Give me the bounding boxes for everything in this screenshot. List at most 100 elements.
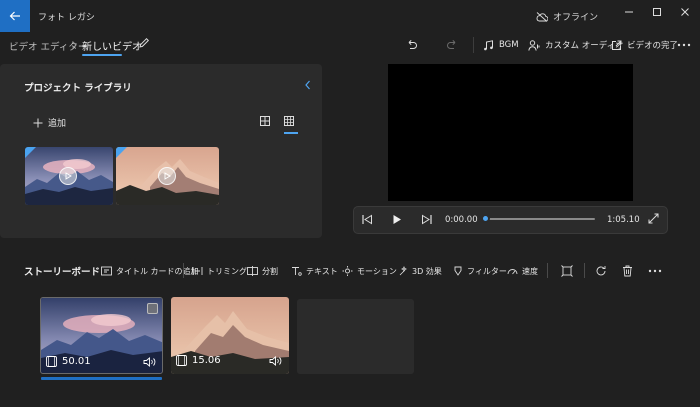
rotate-icon	[596, 266, 606, 276]
play-icon	[393, 215, 401, 224]
skip-forward-icon	[422, 214, 432, 225]
small-grid-view-button[interactable]	[283, 115, 297, 129]
large-grid-view-button[interactable]	[259, 115, 273, 129]
grid-small-icon	[284, 116, 294, 126]
selection-corner	[116, 147, 127, 158]
more-icon	[677, 43, 691, 47]
tool-label: タイトル カードの追加	[116, 266, 199, 276]
clip-audio-button[interactable]	[269, 356, 282, 366]
rotate-button[interactable]	[595, 264, 607, 278]
speaker-icon	[143, 357, 156, 367]
sparkle-icon	[399, 266, 408, 276]
play-button[interactable]	[392, 214, 402, 225]
library-title: プロジェクト ライブラリ	[24, 83, 132, 94]
tool-label: 分割	[262, 266, 278, 276]
minimize-button[interactable]	[614, 0, 644, 24]
undo-icon	[408, 39, 417, 49]
tool-label: 3D 効果	[412, 266, 442, 276]
clip-selected-indicator	[41, 377, 162, 380]
selection-corner	[25, 147, 36, 158]
grid-large-icon	[260, 116, 270, 126]
clip-duration: 15.06	[176, 355, 221, 366]
motion-icon	[342, 266, 353, 276]
maximize-icon	[653, 8, 661, 16]
tool-label: フィルター	[467, 266, 507, 276]
view-selected-indicator	[284, 132, 298, 134]
tool-label: モーション	[357, 266, 397, 276]
speedometer-icon	[507, 269, 518, 275]
video-preview[interactable]	[388, 64, 633, 201]
breadcrumb-current[interactable]: 新しいビデオ	[82, 38, 142, 53]
expand-icon	[648, 213, 659, 224]
custom-audio-button[interactable]: カスタム オーディオ	[528, 36, 624, 54]
offline-label: オフライン	[553, 13, 599, 23]
clip-duration: 50.01	[46, 356, 91, 367]
clip-duration-label: 15.06	[192, 355, 221, 366]
skip-back-icon	[362, 214, 372, 225]
rename-button[interactable]	[138, 37, 152, 51]
film-icon	[46, 356, 57, 367]
toolbar-divider	[547, 263, 548, 278]
storyboard-empty-slot[interactable]	[297, 299, 414, 374]
title-card-icon	[101, 266, 112, 276]
minimize-icon	[625, 11, 633, 13]
library-thumbnail[interactable]	[25, 147, 113, 205]
undo-button[interactable]	[406, 36, 418, 54]
trim-button[interactable]: トリミング	[192, 264, 247, 278]
filter-icon	[454, 266, 462, 276]
speaker-icon	[269, 356, 282, 366]
text-button[interactable]: テキスト	[291, 264, 338, 278]
storyboard-clip[interactable]: 15.06	[171, 297, 289, 374]
more-options-button[interactable]	[677, 36, 691, 54]
export-icon	[612, 40, 622, 50]
resize-button[interactable]	[561, 264, 573, 278]
breadcrumb-separator-icon	[70, 40, 78, 50]
3d-effects-button[interactable]: 3D 効果	[397, 264, 442, 278]
filters-button[interactable]: フィルター	[453, 264, 507, 278]
collapse-library-button[interactable]	[303, 79, 313, 91]
storyboard-clip[interactable]: 50.01	[40, 297, 163, 374]
previous-frame-button[interactable]	[361, 214, 373, 225]
play-overlay-icon	[59, 167, 77, 185]
play-overlay-icon	[158, 167, 176, 185]
bgm-button[interactable]: BGM	[483, 36, 519, 54]
speed-button[interactable]: 速度	[507, 264, 538, 278]
toolbar-divider	[183, 263, 184, 278]
cloud-offline-icon	[536, 11, 548, 22]
back-button[interactable]	[0, 0, 30, 32]
text-icon	[292, 267, 302, 276]
person-audio-icon	[528, 39, 540, 51]
redo-button[interactable]	[446, 36, 458, 54]
breadcrumb-underline	[82, 54, 122, 56]
redo-icon	[447, 39, 456, 49]
split-icon	[247, 266, 258, 276]
motion-button[interactable]: モーション	[342, 264, 397, 278]
seek-thumb[interactable]	[480, 214, 490, 223]
trim-icon	[192, 267, 203, 275]
tool-label: トリミング	[207, 266, 247, 276]
storyboard-more-button[interactable]	[648, 264, 662, 278]
finish-video-label: ビデオの完了	[627, 41, 679, 51]
film-icon	[176, 355, 187, 366]
music-note-icon	[484, 39, 493, 50]
clip-audio-button[interactable]	[143, 357, 156, 367]
storyboard-title: ストーリーボード	[24, 267, 101, 278]
bgm-label: BGM	[499, 40, 519, 50]
close-icon	[681, 8, 689, 16]
chevron-left-icon	[305, 80, 310, 90]
clip-select-checkbox[interactable]	[147, 303, 158, 314]
seek-bar[interactable]	[485, 218, 595, 220]
finish-video-button[interactable]: ビデオの完了	[611, 36, 678, 54]
library-thumbnail[interactable]	[116, 147, 219, 205]
delete-button[interactable]	[622, 264, 633, 278]
maximize-button[interactable]	[642, 0, 672, 24]
more-icon	[648, 269, 662, 273]
fullscreen-button[interactable]	[648, 213, 659, 224]
close-button[interactable]	[670, 0, 700, 24]
split-button[interactable]: 分割	[247, 264, 278, 278]
toolbar-divider	[473, 37, 474, 53]
next-frame-button[interactable]	[421, 214, 433, 225]
tool-label: テキスト	[306, 266, 338, 276]
trash-icon	[623, 265, 632, 277]
add-media-button[interactable]: 追加	[33, 116, 66, 129]
